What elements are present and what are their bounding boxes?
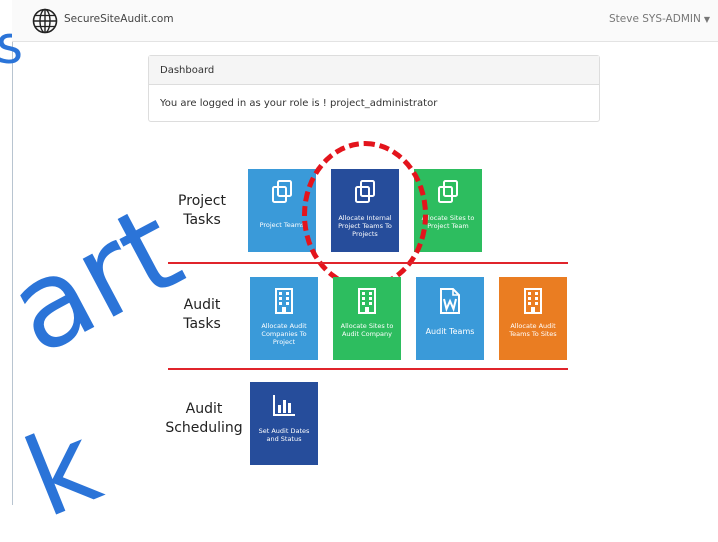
word-document-icon <box>440 288 460 314</box>
set-audit-dates-tile[interactable]: Set Audit Dates and Status <box>250 382 318 465</box>
project-tasks-label: Project Tasks <box>178 193 226 228</box>
audit-scheduling-label: Audit Scheduling <box>165 401 243 436</box>
copy-icon <box>355 180 375 203</box>
role-message: You are logged in as your role is ! proj… <box>160 98 438 109</box>
bar-chart-icon <box>273 395 295 416</box>
allocate-internal-teams-tile[interactable]: Allocate Internal Project Teams To Proje… <box>331 169 399 252</box>
copy-icon <box>272 180 292 203</box>
allocate-audit-teams-to-sites-tile[interactable]: Allocate Audit Teams To Sites <box>499 277 567 360</box>
top-navbar: SecureSiteAudit.com Steve SYS-ADMIN ▼ <box>12 0 718 42</box>
building-icon <box>358 288 376 314</box>
building-icon <box>524 288 542 314</box>
caret-down-icon: ▼ <box>703 15 710 24</box>
project-teams-tile[interactable]: Project Teams <box>248 169 316 252</box>
section-divider <box>168 368 568 370</box>
building-icon <box>275 288 293 314</box>
globe-icon[interactable] <box>32 8 58 34</box>
allocate-audit-companies-tile[interactable]: Allocate Audit Companies To Project <box>250 277 318 360</box>
panel-heading: Dashboard <box>149 56 599 85</box>
user-menu-dropdown[interactable]: Steve SYS-ADMIN ▼ <box>609 13 710 25</box>
user-name: Steve SYS-ADMIN <box>609 13 701 25</box>
section-divider <box>168 262 568 264</box>
brand-link[interactable]: SecureSiteAudit.com <box>64 13 174 25</box>
copy-icon <box>438 180 458 203</box>
dashboard-panel: Dashboard You are logged in as your role… <box>148 55 600 122</box>
audit-teams-tile[interactable]: Audit Teams <box>416 277 484 360</box>
allocate-sites-to-company-tile[interactable]: Allocate Sites to Audit Company <box>333 277 401 360</box>
allocate-sites-to-team-tile[interactable]: Allocate Sites to Project Team <box>414 169 482 252</box>
